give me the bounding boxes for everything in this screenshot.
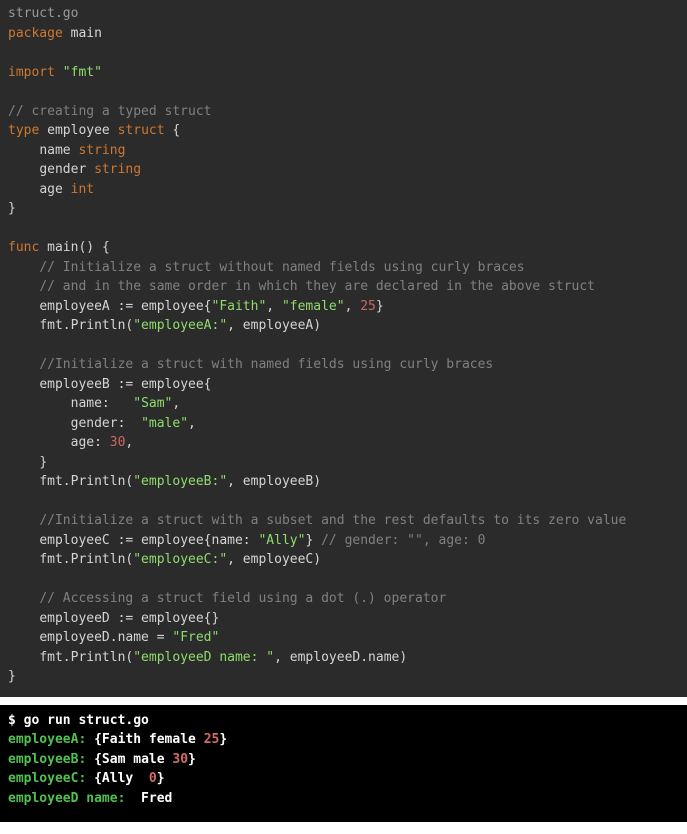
field-type: string bbox=[78, 143, 125, 158]
output-number: 0 bbox=[149, 771, 157, 786]
comment: //Initialize a struct with a subset and … bbox=[39, 513, 626, 528]
output-value: {Sam male bbox=[86, 752, 172, 767]
output-label: employeeA: bbox=[8, 732, 86, 747]
keyword-func: func bbox=[8, 240, 39, 255]
import-path: "fmt" bbox=[63, 65, 102, 80]
output-label: employeeB: bbox=[8, 752, 86, 767]
statement: employeeA := employee{ bbox=[39, 299, 211, 314]
field-key: age: bbox=[71, 435, 110, 450]
output-value: Fred bbox=[125, 791, 172, 806]
statement: fmt.Println( bbox=[39, 650, 133, 665]
func-name: main bbox=[47, 240, 78, 255]
keyword-type: type bbox=[8, 123, 39, 138]
brace: } bbox=[8, 201, 16, 216]
parens: () bbox=[78, 240, 94, 255]
field-type: string bbox=[94, 162, 141, 177]
field-name: age bbox=[39, 182, 62, 197]
string-literal: "Sam" bbox=[133, 396, 172, 411]
output-label: employeeC: bbox=[8, 771, 86, 786]
brace: { bbox=[102, 240, 110, 255]
comment: //Initialize a struct with named fields … bbox=[39, 357, 493, 372]
field-name: name bbox=[39, 143, 70, 158]
string-literal: "female" bbox=[282, 299, 345, 314]
package-name: main bbox=[71, 26, 102, 41]
string-literal: "Ally" bbox=[258, 533, 305, 548]
statement: employeeC := employee{name: bbox=[39, 533, 258, 548]
brace: { bbox=[172, 123, 180, 138]
output-label: employeeD name: bbox=[8, 791, 125, 806]
filename: struct.go bbox=[8, 6, 78, 21]
keyword-import: import bbox=[8, 65, 55, 80]
statement: employeeD := employee{} bbox=[39, 611, 219, 626]
string-literal: "employeeA:" bbox=[133, 318, 227, 333]
keyword-struct: struct bbox=[118, 123, 165, 138]
command: go run struct.go bbox=[24, 713, 149, 728]
string-literal: "employeeB:" bbox=[133, 474, 227, 489]
output-number: 25 bbox=[204, 732, 220, 747]
terminal-output: $ go run struct.go employeeA: {Faith fem… bbox=[0, 705, 687, 823]
output-value: {Ally bbox=[86, 771, 149, 786]
code-editor: struct.go package main import "fmt" // c… bbox=[0, 0, 687, 697]
number-literal: 25 bbox=[360, 299, 376, 314]
prompt: $ bbox=[8, 713, 24, 728]
statement: fmt.Println( bbox=[39, 318, 133, 333]
brace: } bbox=[8, 669, 16, 684]
string-literal: "employeeD name: " bbox=[133, 650, 274, 665]
statement: fmt.Println( bbox=[39, 552, 133, 567]
output-number: 30 bbox=[172, 752, 188, 767]
keyword-package: package bbox=[8, 26, 63, 41]
field-key: name: bbox=[71, 396, 134, 411]
type-name: employee bbox=[47, 123, 110, 138]
field-name: gender bbox=[39, 162, 86, 177]
output-value: {Faith female bbox=[86, 732, 203, 747]
string-literal: "male" bbox=[141, 416, 188, 431]
comment: // and in the same order in which they a… bbox=[39, 279, 595, 294]
field-type: int bbox=[71, 182, 94, 197]
comment: // creating a typed struct bbox=[8, 104, 212, 119]
comment: // Initialize a struct without named fie… bbox=[39, 260, 524, 275]
field-key: gender: bbox=[71, 416, 141, 431]
string-literal: "Fred" bbox=[172, 630, 219, 645]
statement: employeeB := employee{ bbox=[39, 377, 211, 392]
comment: // gender: "", age: 0 bbox=[313, 533, 485, 548]
comment: // Accessing a struct field using a dot … bbox=[39, 591, 446, 606]
statement: fmt.Println( bbox=[39, 474, 133, 489]
string-literal: "Faith" bbox=[212, 299, 267, 314]
statement: employeeD.name = bbox=[39, 630, 172, 645]
string-literal: "employeeC:" bbox=[133, 552, 227, 567]
brace: } bbox=[39, 455, 47, 470]
number-literal: 30 bbox=[110, 435, 126, 450]
